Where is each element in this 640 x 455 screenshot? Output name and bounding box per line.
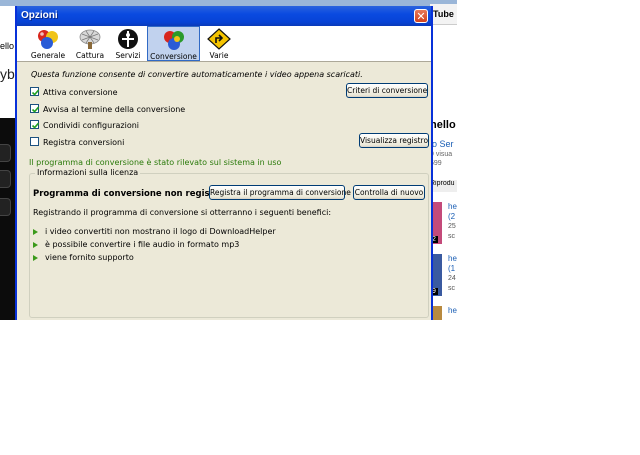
video-title[interactable]: he [448, 254, 457, 263]
video-title[interactable]: he [448, 306, 457, 315]
tab-label: Cattura [75, 51, 105, 60]
background-left-big-text: yb [0, 66, 15, 82]
license-group: Informazioni sulla licenza Programma di … [29, 168, 429, 318]
tab-varie[interactable]: Varie [203, 26, 235, 61]
road-sign-icon [207, 28, 231, 50]
enable-conversion-checkbox[interactable] [30, 87, 40, 96]
background-player-button[interactable] [0, 198, 11, 216]
video-meta: sc [448, 233, 455, 240]
share-config-label[interactable]: Condividi configurazioni [43, 121, 139, 130]
colored-balls-icon [38, 30, 58, 49]
background-heading: hello [430, 119, 456, 131]
benefit-item: viene fornito supporto [33, 253, 134, 262]
video-title-line: (1 [448, 264, 456, 273]
view-log-button[interactable]: Visualizza registro [359, 133, 429, 148]
tab-label: Servizi [115, 51, 141, 60]
enable-conversion-label[interactable]: Attiva conversione [43, 88, 118, 97]
tab-label: Conversione [150, 52, 197, 61]
close-icon: ✕ [416, 10, 426, 23]
benefit-item: è possibile convertire i file audio in f… [33, 240, 239, 249]
tab-generale[interactable]: Generale [27, 26, 69, 61]
notify-label[interactable]: Avvisa al termine della conversione [43, 105, 185, 114]
check-icon [31, 106, 40, 113]
converter-detected-text: Il programma di conversione è stato rile… [29, 158, 282, 167]
services-icon [118, 29, 138, 49]
log-conversions-label[interactable]: Registra conversioni [43, 138, 124, 147]
share-config-checkbox[interactable] [30, 120, 40, 129]
video-meta: 24 [448, 275, 456, 282]
bullet-arrow-icon [33, 254, 38, 261]
background-player-button[interactable] [0, 144, 11, 162]
background-views: 9 visua [430, 151, 453, 158]
video-meta: sc [448, 285, 455, 292]
background-play-tab[interactable]: Riprodu [430, 180, 457, 192]
conversion-balls-icon [163, 31, 184, 50]
close-button[interactable]: ✕ [414, 9, 428, 23]
net-icon [79, 29, 101, 49]
benefit-item: i video convertiti non mostrano il logo … [33, 227, 276, 236]
tab-label: Generale [30, 51, 66, 60]
intro-text: Questa funzione consente di convertire a… [31, 70, 363, 79]
background-player-button[interactable] [0, 170, 11, 188]
background-left-text: ello [0, 41, 15, 51]
log-conversions-checkbox[interactable] [30, 137, 39, 146]
register-button[interactable]: Registra il programma di conversione [209, 185, 351, 200]
dialog-title: Opzioni [21, 10, 58, 21]
background-player-panel [0, 118, 15, 320]
benefits-intro: Registrando il programma di conversione … [33, 208, 332, 217]
check-icon [31, 89, 40, 96]
conversion-panel: Questa funzione consente di convertire a… [26, 67, 430, 320]
options-dialog: Opzioni ✕ Generale Cattura Servizi Conve… [15, 6, 433, 320]
tab-conversione[interactable]: Conversione [147, 26, 200, 61]
video-meta: 25 [448, 223, 456, 230]
video-title[interactable]: he [448, 202, 457, 211]
dialog-titlebar[interactable]: Opzioni ✕ [17, 6, 431, 26]
video-title-line: (2 [448, 212, 456, 221]
background-link[interactable]: lo Ser [430, 139, 454, 149]
options-tab-bar: Generale Cattura Servizi Conversione Var… [17, 26, 431, 62]
tab-label: Varie [209, 51, 229, 60]
check-icon [31, 122, 40, 129]
license-status: Programma di conversione non registrato [33, 189, 234, 199]
tab-servizi[interactable]: Servizi [112, 26, 144, 61]
conversion-criteria-button[interactable]: Criteri di conversione [346, 83, 428, 98]
license-legend: Informazioni sulla licenza [35, 168, 141, 177]
bullet-arrow-icon [33, 241, 38, 248]
notify-checkbox[interactable] [30, 104, 40, 113]
bullet-arrow-icon [33, 228, 38, 235]
tab-cattura[interactable]: Cattura [72, 26, 108, 61]
check-again-button[interactable]: Controlla di nuovo [353, 185, 425, 200]
background-site-title: Tube [433, 9, 454, 19]
